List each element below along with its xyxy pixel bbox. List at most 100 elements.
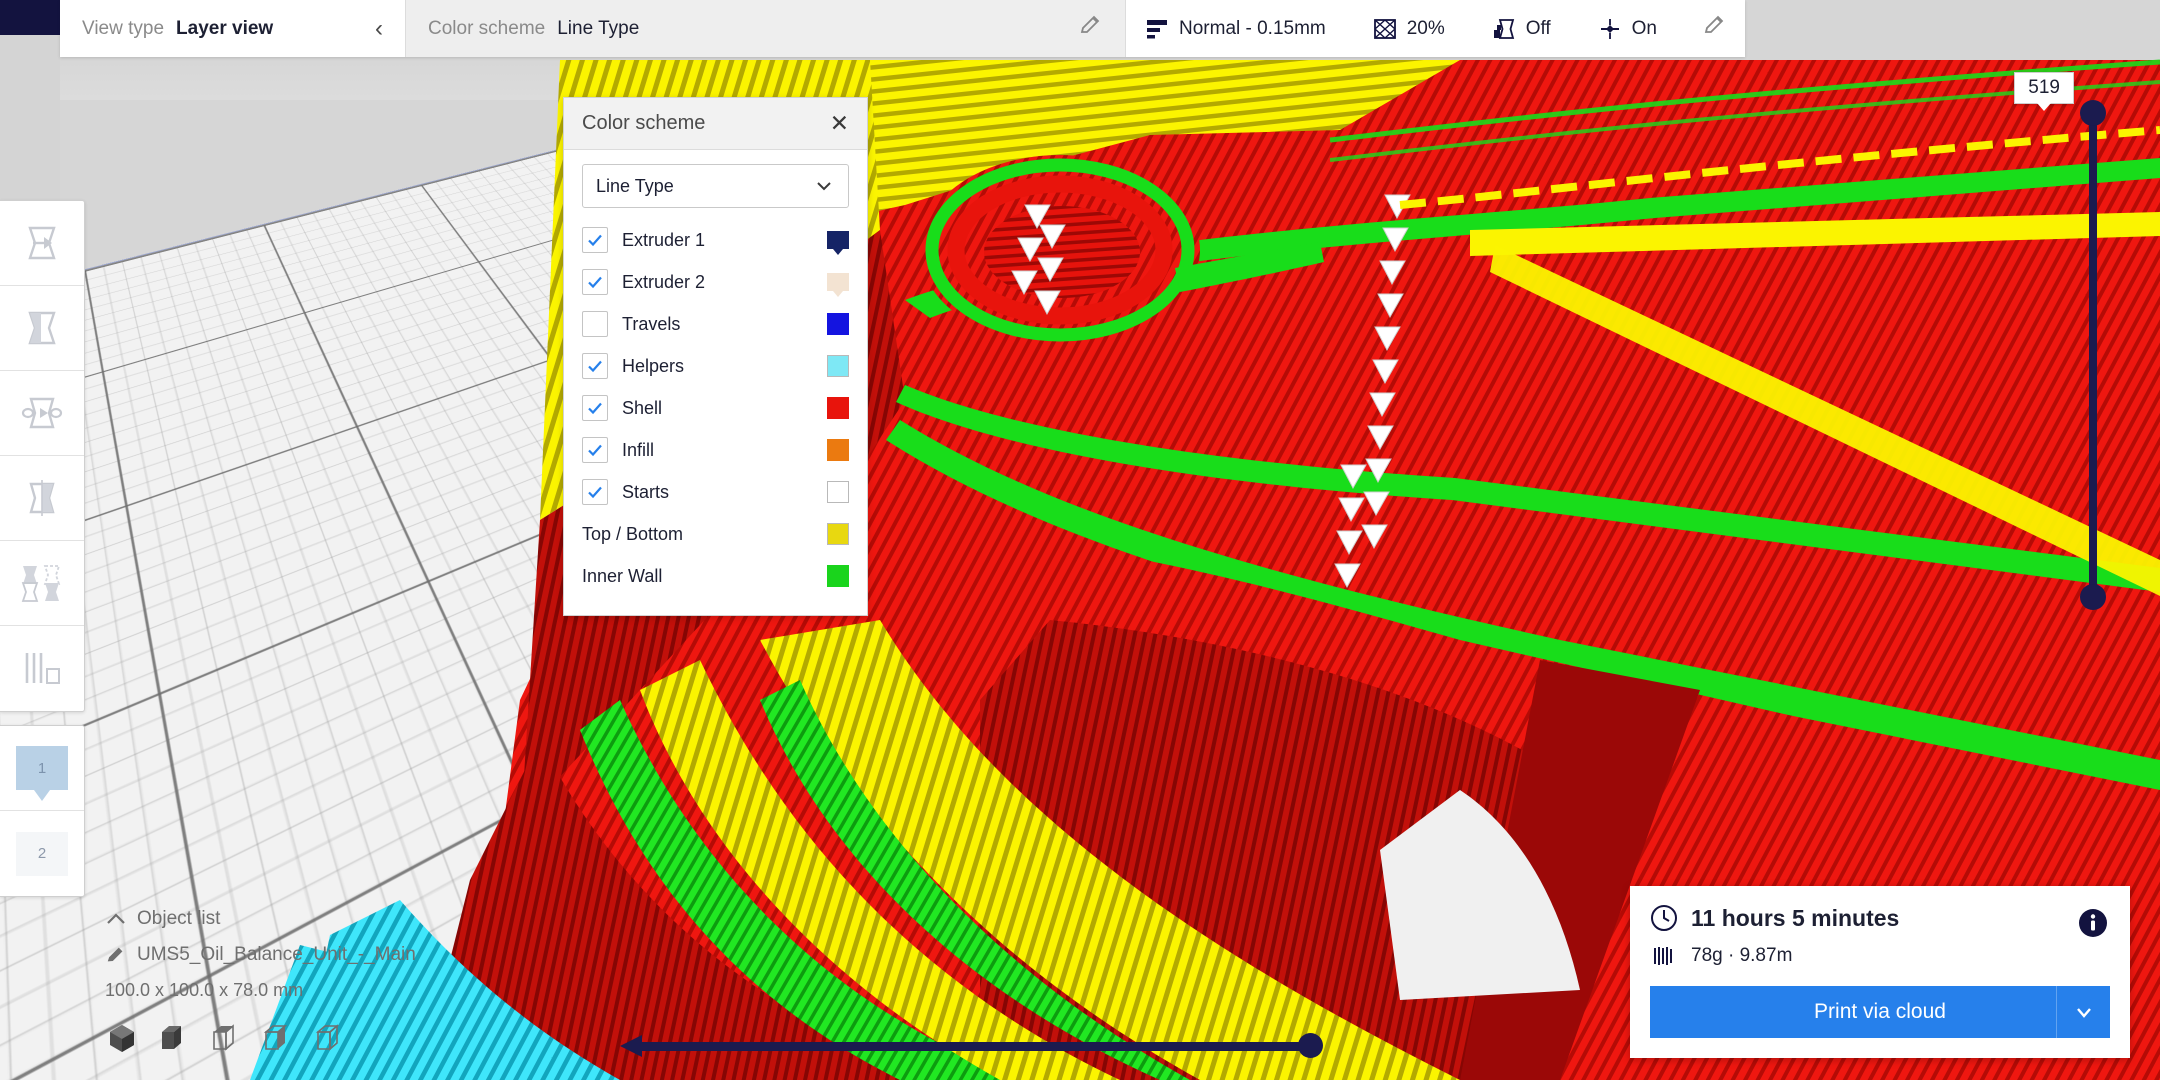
view-type-label: View type <box>82 18 164 40</box>
rotate-tool-icon <box>20 391 64 435</box>
checkbox-infill[interactable] <box>582 437 608 463</box>
chevron-left-icon[interactable]: ‹ <box>375 15 383 43</box>
color-scheme-select[interactable]: Line Type <box>582 164 849 208</box>
check-icon <box>586 231 604 249</box>
path-slider-track[interactable] <box>638 1042 1302 1051</box>
extruder-button-2[interactable]: 2 <box>0 811 84 896</box>
object-list-item[interactable]: UMS5_Oil_Balance_Unit_-_Main <box>105 944 535 966</box>
color-swatch <box>827 273 849 291</box>
support-item[interactable]: Off <box>1491 16 1551 42</box>
color-scheme-segment[interactable]: Color scheme Line Type <box>405 0 1125 57</box>
support-icon <box>1491 16 1517 42</box>
pencil-icon <box>105 944 127 966</box>
checkbox-extruder-1[interactable] <box>582 227 608 253</box>
profile-item[interactable]: Normal - 0.15mm <box>1144 16 1326 42</box>
support-value: Off <box>1526 18 1551 40</box>
info-icon[interactable] <box>2078 908 2108 943</box>
tool-column <box>0 200 85 712</box>
color-scheme-row-label: Extruder 2 <box>622 272 827 293</box>
window-corner-accent <box>0 0 60 35</box>
object-dimensions: 100.0 x 100.0 x 78.0 mm <box>105 980 535 1001</box>
infill-item[interactable]: 20% <box>1372 16 1445 42</box>
color-scheme-row-label: Infill <box>622 440 827 461</box>
layer-slider-track[interactable] <box>2089 122 2097 600</box>
chevron-down-icon <box>813 175 835 197</box>
close-icon[interactable]: ✕ <box>830 112 849 135</box>
print-button-dropdown[interactable] <box>2056 986 2110 1038</box>
view-type-segment[interactable]: View type Layer view ‹ <box>60 0 405 57</box>
infill-value: 20% <box>1407 18 1445 40</box>
color-scheme-row[interactable]: Helpers <box>582 345 849 387</box>
layer-slider-lower-handle[interactable] <box>2080 584 2106 610</box>
extruder-selector: 1 2 <box>0 725 85 897</box>
scale-tool-button[interactable] <box>0 286 84 371</box>
pencil-icon[interactable] <box>1079 14 1103 44</box>
print-button-label: Print via cloud <box>1814 1000 1946 1024</box>
mirror-tool-icon <box>20 476 64 520</box>
check-icon <box>586 357 604 375</box>
color-scheme-row-label: Top / Bottom <box>582 524 827 545</box>
adhesion-item[interactable]: On <box>1597 16 1657 42</box>
settings-pencil-icon[interactable] <box>1703 14 1727 44</box>
color-scheme-row[interactable]: Starts <box>582 471 849 513</box>
print-info-card: 11 hours 5 minutes 78g · 9.87m Print via… <box>1630 886 2130 1058</box>
chevron-up-icon <box>105 911 127 927</box>
layer-slider-upper-handle[interactable] <box>2080 100 2106 126</box>
checkbox-starts[interactable] <box>582 479 608 505</box>
view-type-value: Layer view <box>176 18 273 40</box>
color-swatch <box>827 355 849 377</box>
clock-icon <box>1650 904 1678 932</box>
path-slider[interactable] <box>620 1034 1320 1058</box>
support-blocker-tool-button[interactable] <box>0 626 84 711</box>
color-scheme-row-label: Inner Wall <box>582 566 827 587</box>
per-model-settings-tool-button[interactable] <box>0 541 84 626</box>
color-scheme-row[interactable]: Infill <box>582 429 849 471</box>
layer-height-icon <box>1144 16 1170 42</box>
path-slider-left-handle[interactable] <box>620 1035 642 1057</box>
print-via-cloud-button[interactable]: Print via cloud <box>1650 986 2110 1038</box>
view-isometric-icon[interactable] <box>105 1021 139 1060</box>
color-scheme-value: Line Type <box>557 18 639 40</box>
check-icon <box>586 483 604 501</box>
color-scheme-row[interactable]: Travels <box>582 303 849 345</box>
color-scheme-row[interactable]: Extruder 2 <box>582 261 849 303</box>
path-slider-right-handle[interactable] <box>1298 1033 1323 1058</box>
adhesion-value: On <box>1632 18 1657 40</box>
view-top-icon[interactable] <box>209 1021 243 1060</box>
top-toolbar: View type Layer view ‹ Color scheme Line… <box>60 0 1745 57</box>
color-scheme-row: Top / Bottom <box>582 513 849 555</box>
color-swatch <box>827 231 849 249</box>
color-scheme-row[interactable]: Shell <box>582 387 849 429</box>
color-scheme-row[interactable]: Extruder 1 <box>582 219 849 261</box>
extruder-button-1[interactable]: 1 <box>0 726 84 811</box>
color-scheme-label: Color scheme <box>428 18 545 40</box>
per-model-settings-icon <box>19 561 65 605</box>
check-icon <box>586 441 604 459</box>
checkbox-travels[interactable] <box>582 311 608 337</box>
material-row: 78g · 9.87m <box>1650 942 2110 970</box>
view-right-icon[interactable] <box>313 1021 347 1060</box>
move-tool-button[interactable] <box>0 201 84 286</box>
extruder-badge-1: 1 <box>16 746 68 790</box>
color-scheme-row-label: Helpers <box>622 356 827 377</box>
checkbox-extruder-2[interactable] <box>582 269 608 295</box>
support-blocker-icon <box>19 647 65 691</box>
color-scheme-legend-list: Extruder 1 Extruder 2 Travels Helpers Shell I… <box>582 219 849 597</box>
checkbox-shell[interactable] <box>582 395 608 421</box>
checkbox-helpers[interactable] <box>582 353 608 379</box>
material-value: 78g · 9.87m <box>1691 945 1792 967</box>
print-time-value: 11 hours 5 minutes <box>1691 905 1899 932</box>
color-scheme-row-label: Travels <box>622 314 827 335</box>
mirror-tool-button[interactable] <box>0 456 84 541</box>
view-front-icon[interactable] <box>157 1021 191 1060</box>
color-scheme-row-label: Starts <box>622 482 827 503</box>
color-scheme-panel: Color scheme ✕ Line Type Extruder 1Extru… <box>563 97 868 616</box>
adhesion-icon <box>1597 16 1623 42</box>
color-scheme-panel-body: Line Type Extruder 1 Extruder 2 Travels Hel… <box>564 150 867 615</box>
color-scheme-row: Inner Wall <box>582 555 849 597</box>
view-left-icon[interactable] <box>261 1021 295 1060</box>
rotate-tool-button[interactable] <box>0 371 84 456</box>
layer-slider[interactable]: 519 <box>2092 100 2094 600</box>
object-list-header[interactable]: Object list <box>105 908 535 930</box>
color-swatch <box>827 565 849 587</box>
